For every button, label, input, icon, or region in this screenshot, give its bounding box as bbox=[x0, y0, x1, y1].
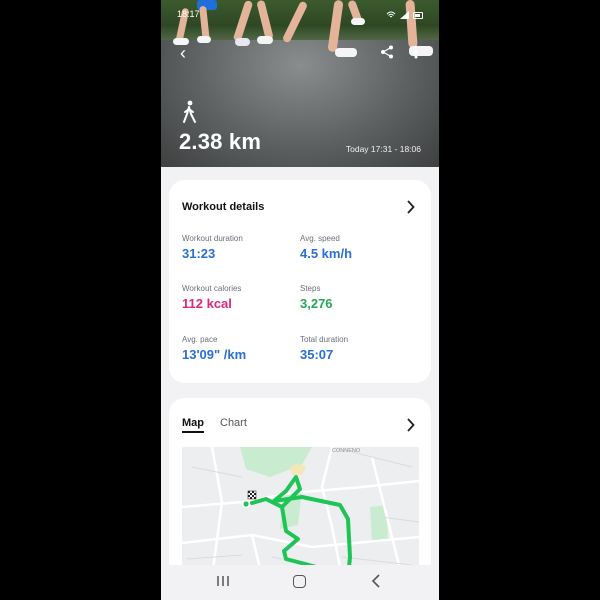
stat-workout-calories: Workout calories 112 kcal bbox=[182, 284, 292, 311]
chevron-right-icon[interactable] bbox=[406, 200, 415, 214]
workout-timespan: Today 17:31 - 18:06 bbox=[345, 144, 421, 154]
wifi-icon bbox=[386, 11, 396, 18]
status-icons bbox=[386, 9, 423, 21]
workout-details-card[interactable]: Workout details Workout duration 31:23 A… bbox=[169, 180, 431, 383]
system-navigation-bar bbox=[161, 565, 439, 600]
battery-icon bbox=[413, 11, 423, 19]
status-bar: 18:17 bbox=[177, 9, 423, 21]
stat-avg-speed: Avg. speed 4.5 km/h bbox=[300, 234, 410, 261]
stat-label: Avg. speed bbox=[300, 234, 340, 243]
route-map[interactable]: CONNENO bbox=[182, 447, 419, 577]
runner-shoe bbox=[197, 36, 211, 43]
stat-value: 3,276 bbox=[300, 296, 333, 311]
stat-label: Total duration bbox=[300, 335, 349, 344]
map-chart-tabs: Map Chart bbox=[182, 417, 247, 433]
stat-value: 35:07 bbox=[300, 347, 334, 362]
phone-screen: 18:17 ‹ 2.38 km Today 17:31 - 18:06 Work… bbox=[161, 0, 439, 600]
runner-shoe bbox=[335, 48, 357, 57]
stat-value: 13'09" /km bbox=[182, 347, 247, 362]
stat-value: 112 kcal bbox=[182, 296, 232, 311]
map-canvas: CONNENO bbox=[182, 447, 419, 577]
tab-map[interactable]: Map bbox=[182, 417, 204, 433]
start-marker-dot bbox=[243, 501, 249, 507]
finish-flag-icon bbox=[247, 490, 257, 500]
stat-workout-duration: Workout duration 31:23 bbox=[182, 234, 292, 261]
stat-value: 4.5 km/h bbox=[300, 246, 353, 261]
home-icon[interactable] bbox=[293, 575, 306, 588]
stat-label: Avg. pace bbox=[182, 335, 218, 344]
map-street-label: CONNENO bbox=[332, 448, 361, 454]
back-button[interactable]: ‹ bbox=[180, 44, 186, 62]
back-icon[interactable] bbox=[371, 574, 381, 588]
stat-label: Workout duration bbox=[182, 234, 243, 243]
stat-label: Steps bbox=[300, 284, 321, 293]
workout-photo: 18:17 ‹ 2.38 km Today 17:31 - 18:06 bbox=[161, 0, 439, 167]
stat-avg-pace: Avg. pace 13'09" /km bbox=[182, 335, 292, 362]
runner-shoe bbox=[257, 36, 273, 44]
more-options-icon[interactable] bbox=[409, 44, 423, 60]
distance-value: 2.38 km bbox=[179, 129, 262, 154]
workout-details-title: Workout details bbox=[182, 201, 265, 213]
runner-shoe bbox=[235, 38, 250, 46]
status-time: 18:17 bbox=[177, 9, 200, 19]
share-icon[interactable] bbox=[380, 45, 394, 59]
stat-steps: Steps 3,276 bbox=[300, 284, 410, 311]
recent-apps-icon[interactable] bbox=[216, 575, 230, 587]
tab-chart[interactable]: Chart bbox=[220, 417, 247, 433]
chevron-right-icon[interactable] bbox=[406, 418, 415, 432]
walking-person-icon bbox=[183, 100, 196, 123]
signal-icon bbox=[400, 11, 409, 19]
stat-value: 31:23 bbox=[182, 246, 216, 261]
stat-total-duration: Total duration 35:07 bbox=[300, 335, 410, 362]
stat-label: Workout calories bbox=[182, 284, 242, 293]
